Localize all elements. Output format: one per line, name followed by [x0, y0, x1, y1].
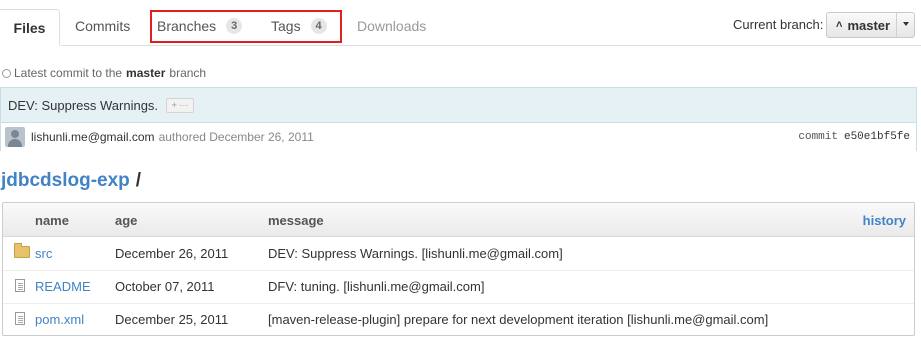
- header-name: name: [35, 213, 69, 228]
- clock-icon: [2, 68, 11, 78]
- file-age: October 07, 2011: [115, 279, 215, 294]
- table-row: README October 07, 2011 DFV: tuning. [li…: [3, 270, 914, 304]
- dropdown-separator: [896, 13, 897, 37]
- commit-authored-date: authored December 26, 2011: [158, 130, 314, 144]
- latest-commit-suffix: branch: [169, 66, 207, 80]
- commit-sha-link[interactable]: e50e1bf5fe: [844, 131, 910, 143]
- folder-icon: [14, 243, 30, 258]
- branch-selector-value: master: [847, 17, 891, 33]
- avatar: [5, 127, 25, 147]
- latest-commit-heading: Latest commit to the master branch: [2, 66, 206, 80]
- branch-selector-button[interactable]: ˄ master: [826, 12, 915, 38]
- tab-files-label: Files: [13, 19, 46, 36]
- branch-icon: ˄: [836, 19, 843, 31]
- file-age: December 26, 2011: [115, 246, 229, 261]
- commit-message: DEV: Suppress Warnings.: [8, 97, 159, 113]
- commit-author-row: lishunli.me@gmail.com authored December …: [1, 123, 916, 151]
- tab-files[interactable]: Files: [0, 9, 60, 46]
- repo-tab-bar: Files Commits Branches 3 Tags 4 Download…: [0, 0, 921, 46]
- header-message: message: [268, 213, 324, 228]
- file-name-link[interactable]: README: [35, 279, 91, 294]
- file-icon: [15, 312, 25, 325]
- commit-label: commit: [798, 131, 838, 143]
- current-branch-label: Current branch:: [733, 17, 824, 32]
- latest-commit-box: DEV: Suppress Warnings. + ··· lishunli.m…: [0, 87, 917, 151]
- annotation-highlight-box: [150, 10, 342, 43]
- header-age: age: [115, 213, 138, 228]
- repo-name-link[interactable]: jdbcdslog-exp: [1, 170, 130, 191]
- breadcrumb: jdbcdslog-exp /: [1, 170, 141, 192]
- chevron-down-icon: [903, 22, 909, 26]
- commit-sha-block: commit e50e1bf5fe: [798, 131, 910, 143]
- file-table: name age message history src December 26…: [2, 202, 915, 336]
- tab-commits[interactable]: Commits: [75, 18, 130, 34]
- tab-divider: [61, 45, 921, 46]
- latest-commit-prefix: Latest commit to the: [14, 66, 123, 80]
- file-commit-message: DFV: tuning. [lishunli.me@gmail.com]: [268, 279, 485, 294]
- file-icon: [15, 279, 25, 292]
- expand-commit-button[interactable]: + ···: [166, 97, 195, 113]
- file-age: December 25, 2011: [115, 312, 229, 327]
- tab-downloads[interactable]: Downloads: [357, 18, 426, 34]
- tab-commits-label: Commits: [75, 18, 131, 34]
- commit-message-row: DEV: Suppress Warnings. + ···: [1, 88, 916, 123]
- file-commit-message: [maven-release-plugin] prepare for next …: [268, 312, 769, 327]
- table-row: pom.xml December 25, 2011 [maven-release…: [3, 303, 914, 336]
- history-link[interactable]: history: [863, 213, 906, 228]
- tab-downloads-label: Downloads: [357, 18, 427, 34]
- latest-commit-branch: master: [126, 66, 166, 80]
- table-row: src December 26, 2011 DEV: Suppress Warn…: [3, 237, 914, 271]
- commit-author[interactable]: lishunli.me@gmail.com: [31, 130, 155, 144]
- breadcrumb-separator: /: [135, 170, 142, 191]
- table-header: name age message history: [3, 203, 914, 237]
- file-commit-message: DEV: Suppress Warnings. [lishunli.me@gma…: [268, 246, 563, 261]
- file-name-link[interactable]: pom.xml: [35, 312, 84, 327]
- file-name-link[interactable]: src: [35, 246, 52, 261]
